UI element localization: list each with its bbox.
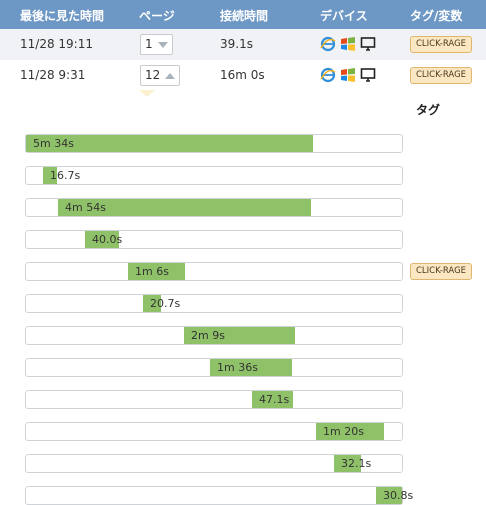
pages-toggle[interactable]: 12 [140,65,181,86]
expand-pointer [139,90,155,97]
windows-icon [341,68,355,82]
timeline-duration-label: 1m 6s [135,265,169,278]
tags-heading: タグ [416,103,441,117]
timeline-duration-label: 2m 9s [191,329,225,342]
timeline-track[interactable]: 40.0s [25,230,403,249]
timeline-track[interactable]: 30.8s [25,486,413,505]
timeline-track[interactable]: 5m 34s [25,134,403,153]
chevron-up-icon [165,72,176,79]
timeline-track[interactable]: 47.1s [25,390,403,409]
table-header: 最後に見た時間 ページ 接続時間 デバイス タグ/変数 [0,0,486,29]
table-row[interactable]: 11/28 19:11 1 39.1s CLICK-RAGE [0,29,486,60]
col-last-seen[interactable]: 最後に見た時間 [20,7,104,24]
tag-badge[interactable]: CLICK-RAGE [410,36,473,53]
pages-value: 1 [145,37,153,51]
timeline-track[interactable]: 20.7s [25,294,403,313]
timeline-duration-label: 32.1s [341,457,372,470]
timeline-duration-label: 30.8s [383,489,414,502]
timeline-duration-label: 5m 34s [33,137,74,150]
timeline-duration-label: 16.7s [50,169,81,182]
col-device[interactable]: デバイス [320,7,368,24]
pages-toggle[interactable]: 1 [140,34,173,55]
timeline-track[interactable]: 1m 36s [25,358,403,377]
windows-icon [341,37,355,51]
timeline-duration-label: 47.1s [259,393,290,406]
timeline-duration-label: 1m 36s [217,361,258,374]
pages-value: 12 [145,68,161,82]
tag-badge[interactable]: CLICK-RAGE [410,67,473,84]
timeline-track[interactable]: 1m 6s [25,262,403,281]
timeline-track[interactable]: 16.7s [25,166,403,185]
timeline-track[interactable]: 2m 9s [25,326,403,345]
desktop-icon [360,37,376,51]
col-pages[interactable]: ページ [139,7,175,24]
last-seen-value: 11/28 9:31 [20,68,86,82]
timeline-duration-label: 40.0s [92,233,123,246]
tag-badge[interactable]: CLICK-RAGE [410,263,473,280]
timeline-duration-label: 20.7s [150,297,181,310]
desktop-icon [360,68,376,82]
timeline-track[interactable]: 1m 20s [25,422,403,441]
col-connect-time[interactable]: 接続時間 [220,7,268,24]
timeline-duration-label: 4m 54s [65,201,106,214]
last-seen-value: 11/28 19:11 [20,37,93,51]
timeline-duration-label: 1m 20s [323,425,364,438]
table-row[interactable]: 11/28 9:31 12 16m 0s CLICK-RAGE [0,60,486,91]
timeline-track[interactable]: 4m 54s [25,198,403,217]
col-tags[interactable]: タグ/変数 [410,7,462,24]
ie-icon [320,36,336,52]
duration-value: 39.1s [220,37,253,51]
timeline-track[interactable]: 32.1s [25,454,403,473]
chevron-down-icon [157,41,168,48]
duration-value: 16m 0s [220,68,265,82]
ie-icon [320,67,336,83]
